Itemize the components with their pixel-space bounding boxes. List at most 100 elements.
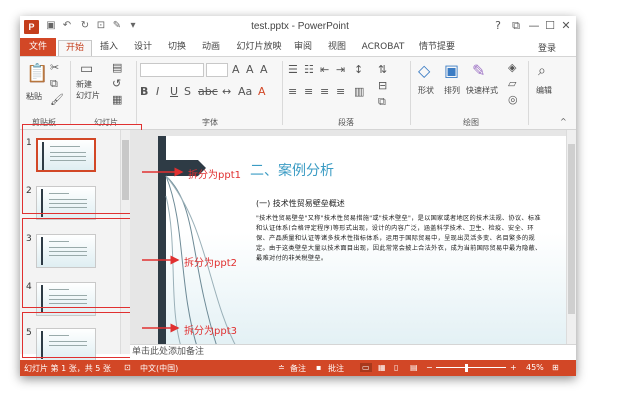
zoom-out-icon[interactable]: − [426, 363, 433, 372]
new-slide-icon[interactable]: ▭ [80, 61, 93, 77]
slide-body-text: "技术性贸易壁垒"又称"技术性贸易措施"或"技术壁垒"，是以国家或者地区的技术法… [256, 215, 542, 262]
annotation-label: 拆分为ppt3 [184, 326, 237, 337]
fit-to-window-icon[interactable]: ⊞ [552, 363, 559, 372]
tab-insert[interactable]: 插入 [94, 40, 124, 56]
annotation-label: 拆分为ppt1 [188, 170, 241, 181]
shape-fill-icon[interactable]: ◈ [508, 61, 516, 74]
columns-icon[interactable]: ▥ [354, 85, 364, 98]
quick-styles-button[interactable]: 快速样式 [466, 85, 498, 96]
reading-view-icon[interactable]: ▯ [394, 363, 398, 372]
split-group-box [22, 312, 142, 358]
notes-toggle[interactable]: 备注 [290, 363, 306, 374]
collapse-ribbon-icon[interactable]: ^ [560, 117, 567, 126]
decrease-indent-icon[interactable]: ⇤ [320, 63, 329, 76]
font-size-field[interactable] [206, 63, 228, 77]
tab-storyboarding[interactable]: 情节提要 [414, 40, 460, 56]
format-painter-icon[interactable]: 🖌 [50, 93, 64, 106]
slide-sorter-icon[interactable]: ▦ [378, 363, 386, 372]
increase-font-icon[interactable]: A [232, 63, 240, 76]
comments-icon[interactable]: ▪ [316, 363, 321, 372]
change-case-icon[interactable]: Aa [238, 85, 252, 98]
reset-icon[interactable]: ↺ [112, 77, 121, 90]
align-center-icon[interactable]: ≡ [304, 85, 313, 98]
split-group-box [22, 124, 142, 214]
present-icon[interactable]: ⊡ [94, 20, 108, 31]
login-link[interactable]: 登录 [538, 41, 556, 54]
copy-icon[interactable]: ⧉ [50, 77, 58, 91]
justify-icon[interactable]: ≡ [336, 85, 345, 98]
font-name-field[interactable] [140, 63, 204, 77]
align-left-icon[interactable]: ≡ [288, 85, 297, 98]
slideshow-icon[interactable]: ▤ [410, 363, 418, 372]
tab-transitions[interactable]: 切换 [162, 40, 192, 56]
line-spacing-icon[interactable]: ↕ [354, 63, 363, 76]
redo-icon[interactable]: ↻ [78, 20, 92, 31]
bold-icon[interactable]: B [140, 85, 148, 98]
shadow-icon[interactable]: S [184, 85, 191, 98]
shape-outline-icon[interactable]: ▱ [508, 77, 516, 90]
tab-acrobat[interactable]: ACROBAT [358, 40, 408, 56]
slide-title: 二、案例分析 [250, 163, 334, 179]
shapes-button[interactable]: 形状 [418, 85, 434, 96]
group-divider [136, 61, 137, 125]
cut-icon[interactable]: ✂ [50, 61, 59, 74]
quick-styles-icon[interactable]: ✎ [472, 61, 485, 80]
edit-scrollbar[interactable] [566, 130, 576, 354]
new-slide-button[interactable]: 新建 幻灯片 [76, 79, 106, 101]
shapes-icon[interactable]: ◇ [418, 61, 430, 80]
normal-view-icon[interactable]: ▭ [360, 363, 372, 372]
editing-button[interactable]: 编辑 [536, 85, 552, 96]
strikethrough-icon[interactable]: abc [198, 85, 218, 98]
tab-slideshow[interactable]: 幻灯片放映 [232, 40, 286, 56]
clear-format-icon[interactable]: A [260, 63, 268, 76]
spellcheck-icon[interactable]: ⊡ [124, 363, 131, 372]
align-text-icon[interactable]: ⊟ [378, 79, 387, 92]
shape-effects-icon[interactable]: ◎ [508, 93, 518, 106]
split-group-box [22, 218, 142, 308]
align-right-icon[interactable]: ≡ [320, 85, 329, 98]
find-binoculars-icon[interactable]: ⌕ [538, 63, 546, 79]
char-spacing-icon[interactable]: ↔ [222, 85, 231, 98]
bullets-icon[interactable]: ☰ [288, 63, 298, 76]
decrease-font-icon[interactable]: A [246, 63, 254, 76]
notes-placeholder[interactable]: 单击此处添加备注 [130, 344, 576, 360]
ribbon-display-icon[interactable]: ⧉ [508, 19, 524, 33]
group-divider [282, 61, 283, 125]
zoom-slider[interactable] [436, 367, 506, 368]
customize-toolbar-icon[interactable]: ▾ [126, 20, 140, 31]
arrange-icon[interactable]: ▣ [444, 61, 459, 80]
paste-button[interactable]: 粘贴 [26, 91, 42, 102]
close-icon[interactable]: ✕ [558, 19, 574, 32]
tab-file[interactable]: 文件 [20, 38, 56, 56]
tab-animations[interactable]: 动画 [196, 40, 226, 56]
language-status[interactable]: 中文(中国) [140, 363, 178, 374]
numbering-icon[interactable]: ☷ [304, 63, 314, 76]
text-direction-icon[interactable]: ⇅ [378, 63, 387, 76]
tab-review[interactable]: 审阅 [288, 40, 318, 56]
smartart-icon[interactable]: ⧉ [378, 95, 386, 109]
drawing-group-label: 绘图 [463, 118, 479, 127]
layout-icon[interactable]: ▤ [112, 61, 122, 74]
undo-icon[interactable]: ↶ [60, 20, 74, 31]
maximize-icon[interactable]: ☐ [542, 19, 558, 32]
notes-toggle-icon[interactable]: ≐ [278, 363, 285, 372]
tab-design[interactable]: 设计 [128, 40, 158, 56]
italic-icon[interactable]: I [156, 85, 159, 98]
paste-icon[interactable]: 📋 [26, 63, 48, 84]
underline-icon[interactable]: U [170, 85, 178, 98]
help-icon[interactable]: ? [490, 19, 506, 32]
section-icon[interactable]: ▦ [112, 93, 122, 106]
font-color-icon[interactable]: A [258, 85, 266, 98]
arrange-button[interactable]: 排列 [444, 85, 460, 96]
status-bar: 幻灯片 第 1 张，共 5 张 ⊡ 中文(中国) ≐ 备注 ▪ 批注 ▭ ▦ ▯… [20, 360, 576, 376]
zoom-in-icon[interactable]: + [510, 363, 517, 372]
save-icon[interactable]: ▣ [44, 20, 58, 31]
tab-view[interactable]: 视图 [322, 40, 352, 56]
increase-indent-icon[interactable]: ⇥ [336, 63, 345, 76]
minimize-icon[interactable]: — [526, 19, 542, 32]
comments-toggle[interactable]: 批注 [328, 363, 344, 374]
zoom-slider-thumb[interactable] [465, 364, 468, 372]
format-painter-icon[interactable]: ✎ [110, 20, 124, 31]
tab-home[interactable]: 开始 [58, 40, 92, 56]
zoom-level[interactable]: 45% [526, 363, 544, 372]
